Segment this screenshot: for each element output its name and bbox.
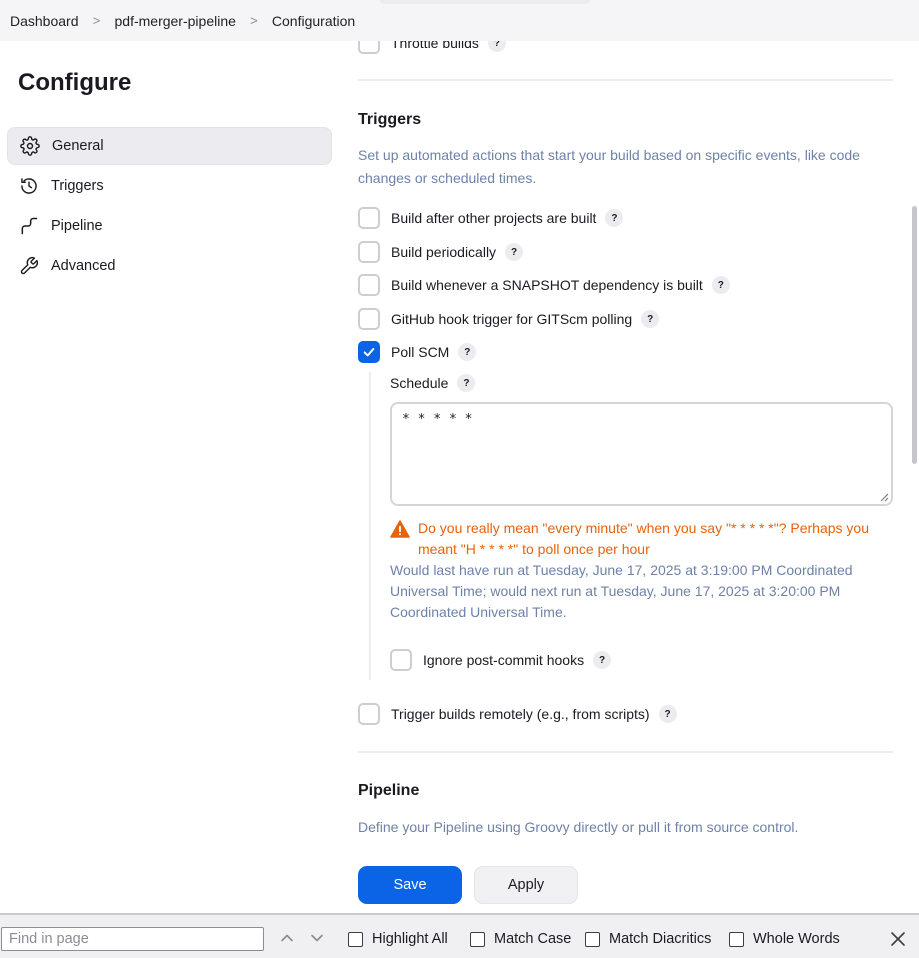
help-icon[interactable]: ? xyxy=(605,209,624,227)
option-label: GitHub hook trigger for GITScm polling xyxy=(391,311,633,327)
breadcrumb: Dashboard > pdf-merger-pipeline > Config… xyxy=(0,0,919,41)
sidebar-item-advanced[interactable]: Advanced xyxy=(7,247,332,285)
top-shadow xyxy=(380,0,590,4)
sidebar-item-triggers[interactable]: Triggers xyxy=(7,167,332,205)
match-case-checkbox[interactable] xyxy=(470,931,485,947)
chevron-down-icon[interactable] xyxy=(308,929,326,947)
whole-words-checkbox[interactable] xyxy=(729,931,744,947)
schedule-label: Schedule xyxy=(390,375,449,391)
breadcrumb-separator: > xyxy=(92,13,101,28)
sidebar-item-label: Advanced xyxy=(51,258,116,274)
build-periodically-checkbox[interactable] xyxy=(358,241,380,263)
checkmark-icon xyxy=(363,347,375,357)
form-actions-bar: Save Apply xyxy=(340,852,919,913)
find-option-label: Match Case xyxy=(494,931,572,947)
help-icon[interactable]: ? xyxy=(457,374,476,392)
find-input[interactable] xyxy=(1,927,264,951)
sidebar: Configure General Triggers Pipeline Adva… xyxy=(0,41,340,911)
option-label: Build periodically xyxy=(391,244,497,260)
option-label: Build after other projects are built xyxy=(391,210,597,226)
option-label: Trigger builds remotely (e.g., from scri… xyxy=(391,706,650,722)
pipeline-description: Define your Pipeline using Groovy direct… xyxy=(358,819,799,835)
find-option-label: Whole Words xyxy=(753,931,840,947)
page-title: Configure xyxy=(18,69,132,96)
sidebar-item-general[interactable]: General xyxy=(7,127,332,165)
schedule-warning: Do you really mean "every minute" when y… xyxy=(390,518,890,560)
sidebar-item-label: Pipeline xyxy=(51,218,103,234)
schedule-label-row: Schedule ? xyxy=(390,372,476,394)
warning-icon xyxy=(390,520,410,538)
schedule-info: Would last have run at Tuesday, June 17,… xyxy=(390,562,853,620)
sidebar-item-pipeline[interactable]: Pipeline xyxy=(7,207,332,245)
build-after-checkbox[interactable] xyxy=(358,207,380,229)
trigger-option: Build periodically ? xyxy=(358,240,524,264)
wrench-icon xyxy=(20,256,39,275)
trigger-remote-option: Trigger builds remotely (e.g., from scri… xyxy=(358,702,677,726)
resize-handle-icon[interactable] xyxy=(879,492,889,502)
warning-text: Do you really mean "every minute" when y… xyxy=(418,520,869,557)
highlight-all-checkbox[interactable] xyxy=(348,931,363,947)
trigger-option: Poll SCM ? xyxy=(358,340,477,364)
match-diacritics-option[interactable]: Match Diacritics xyxy=(585,928,711,950)
scrollbar-thumb[interactable] xyxy=(912,206,917,464)
option-label: Build whenever a SNAPSHOT dependency is … xyxy=(391,277,703,293)
triggers-description: Set up automated actions that start your… xyxy=(358,147,860,186)
triggers-section-title: Triggers xyxy=(358,111,422,128)
find-bar: Highlight All Match Case Match Diacritic… xyxy=(0,913,919,958)
nested-indent-line xyxy=(369,372,371,680)
pipeline-icon xyxy=(21,217,38,235)
highlight-all-option[interactable]: Highlight All xyxy=(348,928,448,950)
github-hook-checkbox[interactable] xyxy=(358,308,380,330)
sidebar-item-label: General xyxy=(52,138,104,154)
apply-button[interactable]: Apply xyxy=(474,866,578,904)
ignore-hooks-option: Ignore post-commit hooks ? xyxy=(390,648,612,672)
help-icon[interactable]: ? xyxy=(658,705,677,723)
breadcrumb-dashboard[interactable]: Dashboard xyxy=(10,13,79,29)
main-content: Throttle builds ? Triggers Set up automa… xyxy=(340,0,919,913)
schedule-value: * * * * * xyxy=(402,412,473,427)
section-divider xyxy=(358,79,893,81)
help-icon[interactable]: ? xyxy=(593,651,612,669)
pipeline-section-title: Pipeline xyxy=(358,782,420,799)
save-button[interactable]: Save xyxy=(358,866,462,904)
breadcrumb-configuration[interactable]: Configuration xyxy=(272,13,355,29)
breadcrumb-project[interactable]: pdf-merger-pipeline xyxy=(115,13,236,29)
match-diacritics-checkbox[interactable] xyxy=(585,931,600,947)
chevron-up-icon[interactable] xyxy=(278,929,296,947)
trigger-option: Build after other projects are built ? xyxy=(358,206,624,230)
help-icon[interactable]: ? xyxy=(505,243,524,261)
gear-icon xyxy=(20,136,40,156)
clock-icon xyxy=(21,178,37,194)
poll-scm-checkbox[interactable] xyxy=(358,341,380,363)
breadcrumb-separator: > xyxy=(250,13,258,28)
schedule-textarea[interactable]: * * * * * xyxy=(390,402,893,506)
help-icon[interactable]: ? xyxy=(641,310,660,328)
close-icon[interactable] xyxy=(890,931,906,947)
snapshot-dependency-checkbox[interactable] xyxy=(358,274,380,296)
find-option-label: Highlight All xyxy=(372,931,448,947)
match-case-option[interactable]: Match Case xyxy=(470,928,571,950)
whole-words-option[interactable]: Whole Words xyxy=(729,928,840,950)
option-label: Ignore post-commit hooks xyxy=(423,652,585,668)
ignore-hooks-checkbox[interactable] xyxy=(390,649,412,671)
sidebar-item-label: Triggers xyxy=(51,178,104,194)
help-icon[interactable]: ? xyxy=(711,276,730,294)
section-divider xyxy=(358,751,893,753)
trigger-option: Build whenever a SNAPSHOT dependency is … xyxy=(358,273,730,297)
trigger-option: GitHub hook trigger for GITScm polling ? xyxy=(358,307,660,331)
find-option-label: Match Diacritics xyxy=(609,931,712,947)
trigger-remote-checkbox[interactable] xyxy=(358,703,380,725)
option-label: Poll SCM xyxy=(391,344,450,360)
help-icon[interactable]: ? xyxy=(458,343,477,361)
